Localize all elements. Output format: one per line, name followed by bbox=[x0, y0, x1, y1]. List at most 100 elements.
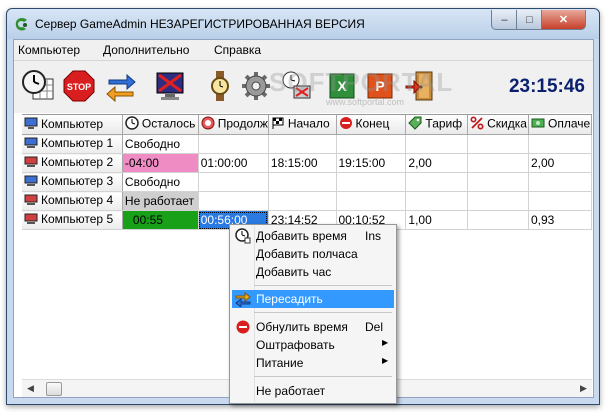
paid-cell[interactable] bbox=[528, 134, 592, 154]
discount-cell[interactable] bbox=[467, 153, 529, 173]
end-cell[interactable]: 19:15:00 bbox=[336, 153, 407, 173]
minimize-button[interactable]: – bbox=[491, 10, 518, 30]
clock-display: 23:15:46 bbox=[508, 76, 585, 97]
monitor-off-icon bbox=[154, 70, 186, 105]
swap-button[interactable] bbox=[101, 67, 141, 107]
money-icon bbox=[531, 116, 545, 133]
menu-help[interactable]: Справка bbox=[214, 43, 261, 57]
tariff-cell[interactable]: 2,00 bbox=[405, 153, 469, 173]
remaining-cell[interactable]: 00:55 bbox=[122, 210, 199, 230]
monitor-off-button[interactable] bbox=[150, 67, 190, 107]
tag-icon bbox=[408, 116, 422, 133]
scrollbar-thumb[interactable] bbox=[46, 382, 62, 396]
end-cell[interactable] bbox=[336, 191, 407, 211]
wristwatch-icon bbox=[204, 70, 236, 105]
table-row[interactable]: Компьютер 1 Свободно bbox=[22, 134, 592, 154]
start-cell[interactable] bbox=[268, 134, 337, 154]
discount-cell[interactable] bbox=[467, 191, 529, 211]
table-row[interactable]: Компьютер 2 -04:00 01:00:00 18:15:00 19:… bbox=[22, 153, 592, 173]
maximize-button[interactable]: □ bbox=[516, 10, 543, 30]
table-row[interactable]: Компьютер 4 Не работает bbox=[22, 191, 592, 211]
shortcut-del: Del bbox=[365, 320, 384, 334]
title-bar[interactable]: Сервер GameAdmin НЕЗАРЕГИСТРИРОВАННАЯ ВЕ… bbox=[7, 9, 599, 39]
computers-table: Компьютер Осталось Продолж Начало Конец bbox=[22, 115, 592, 230]
watermark-url: www.softportal.com bbox=[326, 97, 405, 107]
computer-name-cell[interactable]: Компьютер 1 bbox=[22, 134, 123, 154]
menu-item-transfer[interactable]: Пересадить bbox=[232, 290, 394, 310]
menu-separator bbox=[254, 285, 392, 286]
computer-name-cell[interactable]: Компьютер 4 bbox=[22, 191, 123, 211]
column-header-end[interactable]: Конец bbox=[336, 115, 407, 135]
submenu-arrow-icon: ▶ bbox=[382, 356, 389, 365]
duration-cell[interactable] bbox=[198, 172, 269, 192]
tariff-cell[interactable] bbox=[405, 191, 469, 211]
menu-item-add-hour[interactable]: Добавить час bbox=[232, 263, 394, 281]
swap-arrows-icon bbox=[235, 291, 251, 310]
computer-icon bbox=[24, 137, 38, 152]
menu-item-add-half-hour[interactable]: Добавить полчаса bbox=[232, 245, 394, 263]
start-cell[interactable]: 18:15:00 bbox=[268, 153, 337, 173]
flag-icon bbox=[271, 116, 285, 133]
column-header-tariff[interactable]: Тариф bbox=[405, 115, 469, 135]
computer-icon bbox=[24, 156, 38, 171]
menu-computer[interactable]: Компьютер bbox=[18, 43, 80, 57]
discount-cell[interactable] bbox=[467, 172, 529, 192]
paid-cell[interactable]: 0,93 bbox=[528, 210, 592, 230]
menu-item-fine[interactable]: Оштрафовать ▶ bbox=[232, 336, 394, 354]
column-header-duration[interactable]: Продолж bbox=[198, 115, 269, 135]
tariff-cell[interactable] bbox=[405, 172, 469, 192]
computer-icon bbox=[24, 117, 38, 133]
menu-item-power[interactable]: Питание ▶ bbox=[232, 354, 394, 372]
duration-cell[interactable] bbox=[198, 134, 269, 154]
stop-button[interactable]: STOP bbox=[59, 67, 99, 107]
gear-icon bbox=[240, 70, 272, 105]
context-menu: Добавить время Ins Добавить полчаса Доба… bbox=[229, 224, 397, 404]
paid-cell[interactable]: 2,00 bbox=[528, 153, 592, 173]
column-header-remaining[interactable]: Осталось bbox=[122, 115, 199, 135]
column-header-computer[interactable]: Компьютер bbox=[22, 115, 123, 135]
stop-sign-icon bbox=[339, 116, 353, 133]
remaining-cell[interactable]: -04:00 bbox=[122, 153, 199, 173]
end-cell[interactable] bbox=[336, 172, 407, 192]
calendar-clock-button[interactable] bbox=[18, 67, 58, 107]
tariff-cell[interactable]: 1,00 bbox=[405, 210, 469, 230]
scroll-right-icon[interactable]: ▶ bbox=[576, 381, 591, 396]
close-button[interactable]: ✕ bbox=[541, 10, 586, 30]
paid-cell[interactable] bbox=[528, 172, 592, 192]
discount-cell[interactable] bbox=[467, 134, 529, 154]
remaining-cell[interactable]: Свободно bbox=[122, 134, 199, 154]
paid-cell[interactable] bbox=[528, 191, 592, 211]
discount-cell[interactable] bbox=[467, 210, 529, 230]
end-cell[interactable] bbox=[336, 134, 407, 154]
computer-icon bbox=[24, 175, 38, 190]
menu-additional[interactable]: Дополнительно bbox=[103, 43, 189, 57]
start-cell[interactable] bbox=[268, 172, 337, 192]
wristwatch-button[interactable] bbox=[200, 67, 240, 107]
remaining-cell[interactable]: Свободно bbox=[122, 172, 199, 192]
computer-icon bbox=[24, 213, 38, 228]
percent-icon bbox=[470, 116, 484, 133]
menu-item-not-working[interactable]: Не работает bbox=[232, 382, 394, 400]
start-cell[interactable] bbox=[268, 191, 337, 211]
computer-name-cell[interactable]: Компьютер 2 bbox=[22, 153, 123, 173]
toolbar: STOP X P SOFTPORTAL www.softportal.com 2… bbox=[14, 61, 593, 113]
window-title: Сервер GameAdmin НЕЗАРЕГИСТРИРОВАННАЯ ВЕ… bbox=[35, 17, 365, 31]
close-icon: ✕ bbox=[558, 14, 569, 26]
computer-name-cell[interactable]: Компьютер 5 bbox=[22, 210, 123, 230]
column-header-paid[interactable]: Оплаче bbox=[528, 115, 592, 135]
column-header-start[interactable]: Начало bbox=[268, 115, 337, 135]
remaining-cell[interactable]: Не работает bbox=[122, 191, 199, 211]
computer-icon bbox=[24, 194, 38, 209]
table-row[interactable]: Компьютер 3 Свободно bbox=[22, 172, 592, 192]
duration-cell[interactable]: 01:00:00 bbox=[198, 153, 269, 173]
menu-bar: Компьютер Дополнительно Справка bbox=[14, 40, 593, 61]
tariff-cell[interactable] bbox=[405, 134, 469, 154]
duration-cell[interactable] bbox=[198, 191, 269, 211]
app-logo-icon bbox=[14, 17, 30, 36]
computer-name-cell[interactable]: Компьютер 3 bbox=[22, 172, 123, 192]
stop-icon: STOP bbox=[63, 70, 95, 105]
column-header-discount[interactable]: Скидка bbox=[467, 115, 529, 135]
menu-item-reset-time[interactable]: Обнулить время Del bbox=[232, 318, 394, 336]
scroll-left-icon[interactable]: ◀ bbox=[23, 381, 38, 396]
menu-item-add-time[interactable]: Добавить время Ins bbox=[232, 227, 394, 245]
